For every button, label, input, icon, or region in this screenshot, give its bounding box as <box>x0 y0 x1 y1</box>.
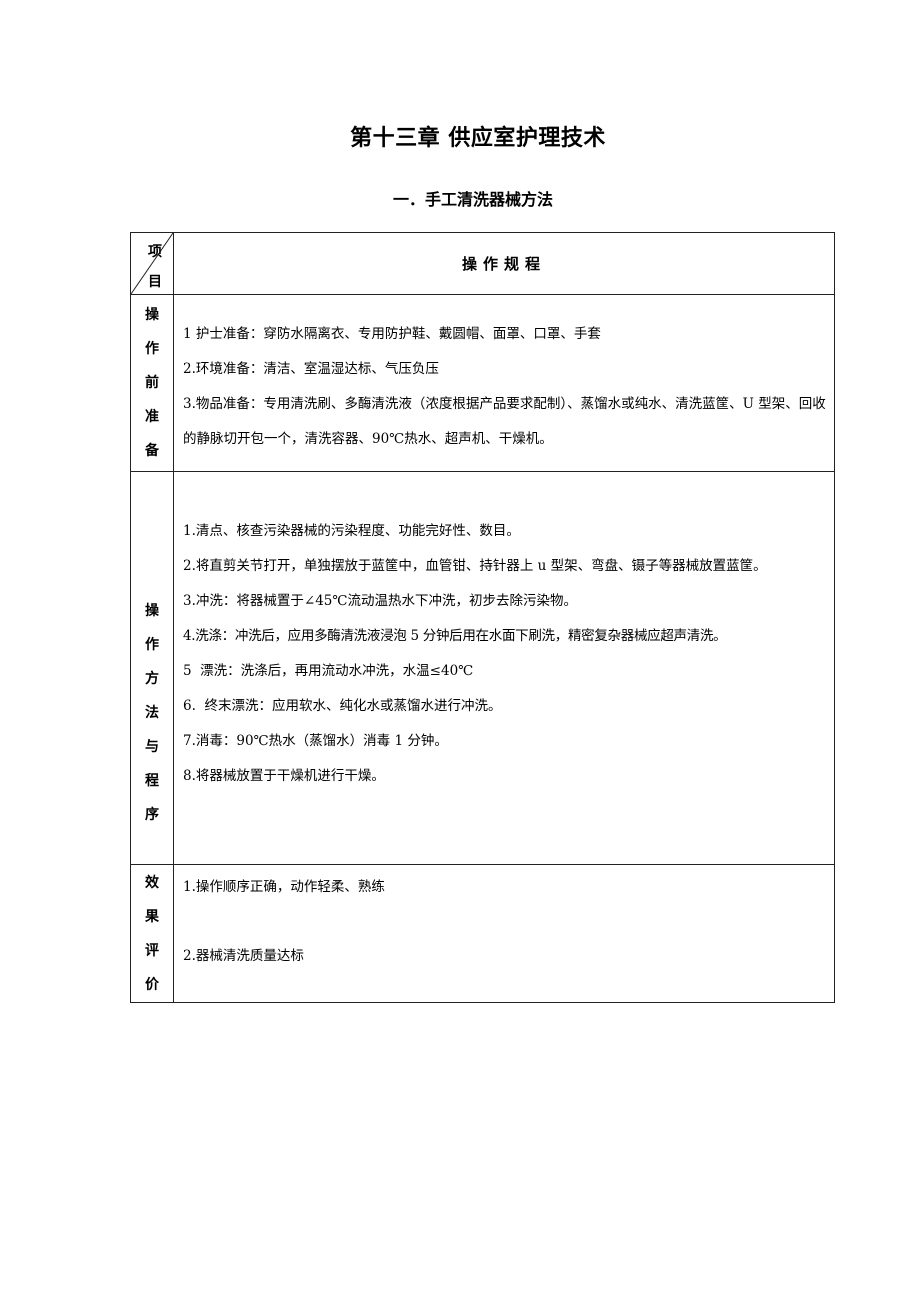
list-item: 5 漂洗：洗涤后，再用流动水冲洗，水温≤40℃ <box>183 663 474 679</box>
table-header-row: 项 目 操作规程 <box>130 232 835 295</box>
row-label-char: 价 <box>145 976 159 993</box>
row-label-evaluation: 效 果 评 价 <box>130 864 174 1003</box>
row-label-char: 果 <box>145 908 159 925</box>
list-item: 8.将器械放置于干燥机进行干燥。 <box>183 768 385 784</box>
row-label-char: 效 <box>145 874 159 891</box>
list-item: 2.环境准备：清洁、室温湿达标、气压负压 <box>183 361 439 377</box>
row-label-char: 备 <box>145 443 159 459</box>
header-procedure-label: 操作规程 <box>173 232 835 295</box>
row-label-char: 程 <box>145 773 159 789</box>
list-item: 1.操作顺序正确，动作轻柔、熟练 <box>183 879 385 895</box>
list-item: 1.清点、核查污染器械的污染程度、功能完好性、数目。 <box>183 523 520 539</box>
row-label-char: 准 <box>145 409 159 425</box>
table-row-method: 操 作 方 法 与 程 序 1.清点、核查污染器械的污染程度、功能完好性、数目。… <box>130 471 835 865</box>
row-label-preparation: 操 作 前 准 备 <box>130 294 174 472</box>
row-label-char: 与 <box>145 739 159 755</box>
header-item-label: 目 <box>148 274 162 290</box>
row-content-evaluation: 1.操作顺序正确，动作轻柔、熟练 2.器械清洗质量达标 <box>173 864 835 1003</box>
row-label-char: 作 <box>145 637 159 653</box>
row-content-preparation: 1 护士准备：穿防水隔离衣、专用防护鞋、戴圆帽、面罩、口罩、手套 2.环境准备：… <box>173 294 835 472</box>
row-label-char: 方 <box>145 671 159 687</box>
row-label-char: 前 <box>145 375 159 391</box>
header-diagonal-cell: 项 目 <box>130 232 174 295</box>
list-item: 2.将直剪关节打开，单独摆放于蓝筐中，血管钳、持针器上 u 型架、弯盘、镊子等器… <box>183 558 767 574</box>
row-label-char: 法 <box>145 705 159 721</box>
row-label-char: 评 <box>145 942 159 959</box>
table-row-preparation: 操 作 前 准 备 1 护士准备：穿防水隔离衣、专用防护鞋、戴圆帽、面罩、口罩、… <box>130 294 835 472</box>
row-content-method: 1.清点、核查污染器械的污染程度、功能完好性、数目。 2.将直剪关节打开，单独摆… <box>173 471 835 865</box>
list-item: 7.消毒：90℃热水（蒸馏水）消毒 1 分钟。 <box>183 733 448 749</box>
list-item: 4.洗涤：冲洗后，应用多酶清洗液浸泡 5 分钟后用在水面下刷洗，精密复杂器械应超… <box>183 628 727 644</box>
row-label-method: 操 作 方 法 与 程 序 <box>130 471 174 865</box>
header-item-label: 项 <box>148 244 162 260</box>
chapter-title: 第十三章 供应室护理技术 <box>350 126 606 151</box>
row-label-char: 操 <box>145 307 159 323</box>
list-item: 1 护士准备：穿防水隔离衣、专用防护鞋、戴圆帽、面罩、口罩、手套 <box>183 326 601 342</box>
section-title: 一．手工清洗器械方法 <box>392 190 553 209</box>
row-label-char: 作 <box>145 341 159 357</box>
list-item: 3.冲洗：将器械置于∠45℃流动温热水下冲洗，初步去除污染物。 <box>183 593 577 609</box>
list-item: 2.器械清洗质量达标 <box>183 948 304 964</box>
list-item: 3.物品准备：专用清洗刷、多酶清洗液（浓度根据产品要求配制）、蒸馏水或纯水、清洗… <box>183 396 826 447</box>
procedure-table: 项 目 操作规程 操 作 前 准 备 1 护士准备：穿防水隔离衣、专用防护鞋、戴… <box>130 232 835 1003</box>
row-label-char: 操 <box>145 603 159 619</box>
row-label-char: 序 <box>145 807 159 823</box>
list-item: 6. 终末漂洗：应用软水、纯化水或蒸馏水进行冲洗。 <box>183 698 502 714</box>
table-row-evaluation: 效 果 评 价 1.操作顺序正确，动作轻柔、熟练 2.器械清洗质量达标 <box>130 864 835 1003</box>
